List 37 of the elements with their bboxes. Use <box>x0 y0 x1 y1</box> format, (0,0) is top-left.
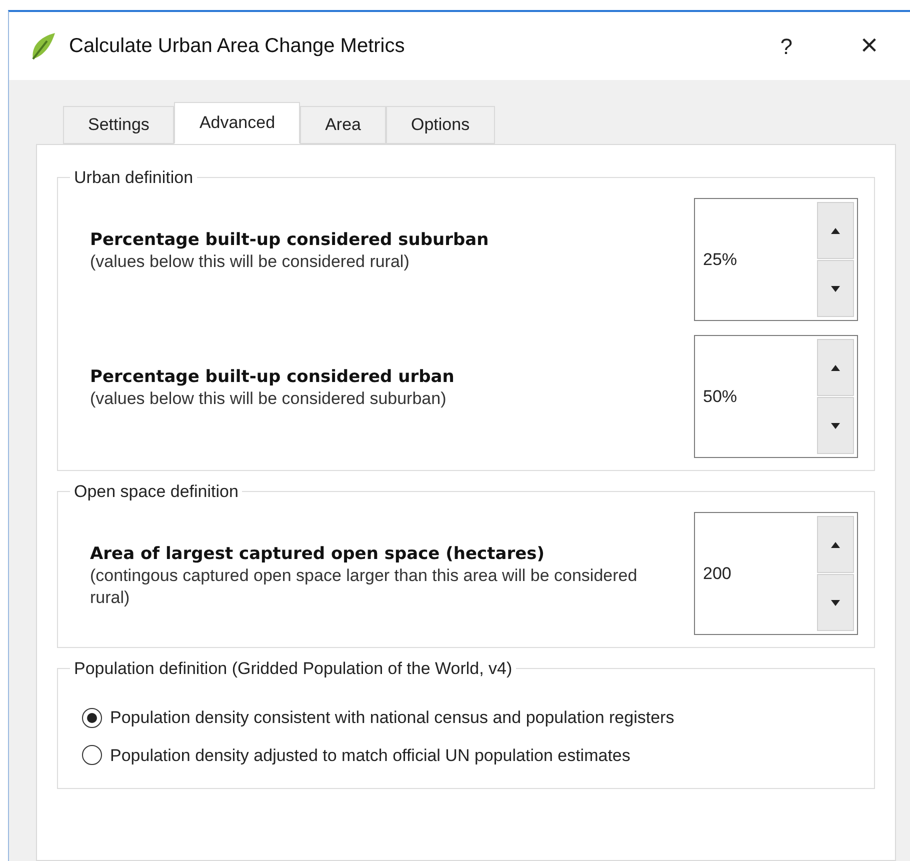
radio-label: Population density adjusted to match official UN population estimates <box>110 744 630 766</box>
tab[interactable]: Options <box>386 106 495 144</box>
field-hint: (contingous captured open space larger than this area will be considered rural) <box>90 565 638 608</box>
field-hint: (values below this will be considered suburban) <box>90 388 448 410</box>
tab[interactable]: Settings <box>63 106 174 144</box>
close-button[interactable]: × <box>860 31 878 61</box>
down-arrow-icon <box>831 286 840 292</box>
spin-value: 50% <box>703 386 738 408</box>
spin-box[interactable]: 50% <box>694 335 858 458</box>
spin-value: 25% <box>703 248 738 271</box>
field-label: Percentage built-up considered urban <box>90 367 456 388</box>
down-arrow-icon <box>831 600 840 606</box>
spin-box[interactable]: 25% <box>694 198 858 321</box>
decrement-button[interactable] <box>817 574 854 631</box>
increment-button[interactable] <box>817 516 854 573</box>
tab[interactable]: Advanced <box>174 102 300 144</box>
up-arrow-icon <box>831 364 840 370</box>
decrement-button[interactable] <box>817 397 854 454</box>
spin-box[interactable]: 200 <box>694 512 858 635</box>
radio-button[interactable] <box>82 708 102 728</box>
up-arrow-icon <box>831 228 840 234</box>
radio-button[interactable] <box>82 745 102 766</box>
help-button[interactable]: ? <box>780 30 792 62</box>
radio-option[interactable]: Population density consistent with national census and population registers <box>82 705 858 730</box>
increment-button[interactable] <box>817 339 854 396</box>
tab[interactable]: Area <box>300 106 386 144</box>
window-title: Calculate Urban Area Change Metrics <box>69 34 406 59</box>
decrement-button[interactable] <box>817 260 854 317</box>
increment-button[interactable] <box>817 202 854 259</box>
spin-value: 200 <box>703 562 732 585</box>
radio-label: Population density consistent with national census and population registers <box>110 707 674 729</box>
down-arrow-icon <box>831 422 840 428</box>
up-arrow-icon <box>831 542 840 548</box>
field-hint: (values below this will be considered rural) <box>90 251 410 272</box>
field-label: Percentage built-up considered suburban <box>90 230 490 252</box>
field-label: Area of largest captured open space (hectares) <box>90 544 546 566</box>
radio-option[interactable]: Population density adjusted to match official UN population estimates <box>82 742 858 768</box>
